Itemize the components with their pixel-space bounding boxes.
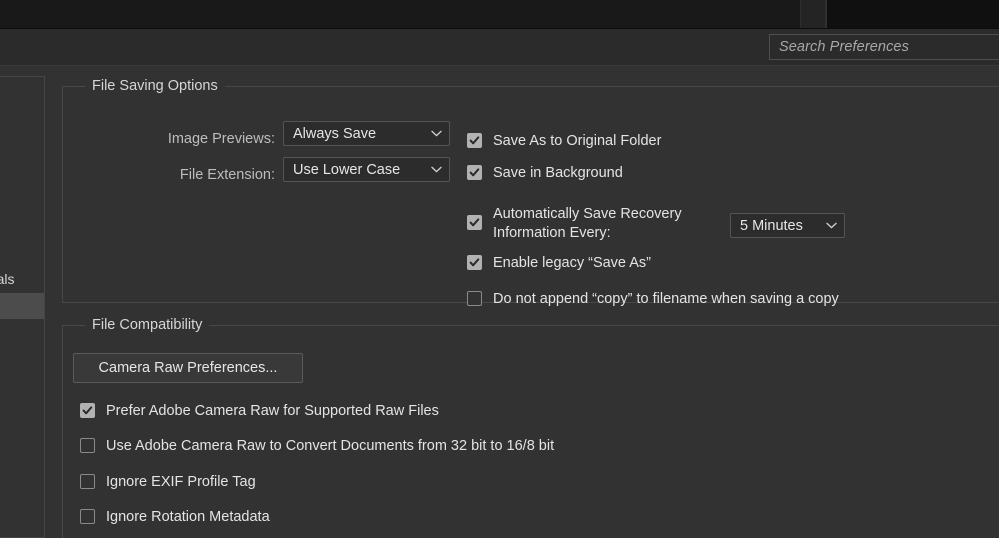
checkbox-label: Save As to Original Folder: [493, 133, 662, 149]
checkbox-enable-legacy-save-as[interactable]: Enable legacy “Save As”: [467, 254, 651, 273]
file-extension-value: Use Lower Case: [293, 161, 401, 178]
search-placeholder-text: Search Preferences: [779, 39, 909, 55]
sidebar-item-selected[interactable]: [0, 293, 44, 319]
checkbox-box[interactable]: [467, 133, 482, 148]
checkbox-save-as-to-original-folder[interactable]: Save As to Original Folder: [467, 132, 661, 151]
checkbox-label: Ignore Rotation Metadata: [106, 509, 270, 525]
chevron-down-icon: [826, 222, 837, 229]
checkbox-use-adobe-camera-raw-convert[interactable]: Use Adobe Camera Raw to Convert Document…: [80, 437, 554, 456]
preferences-category-sidebar[interactable]: entials: [0, 76, 45, 538]
image-previews-value: Always Save: [293, 125, 377, 142]
preferences-content: File Saving Options Image Previews: File…: [45, 66, 999, 538]
checkbox-box[interactable]: [80, 509, 95, 524]
chevron-down-icon: [431, 166, 442, 173]
file-extension-label: File Extension:: [179, 167, 275, 183]
checkbox-label: Do not append “copy” to filename when sa…: [493, 291, 839, 307]
checkbox-label: Save in Background: [493, 165, 623, 181]
checkbox-save-in-background[interactable]: Save in Background: [467, 164, 623, 183]
title-bar-right-panel: [826, 0, 999, 28]
checkbox-automatically-save-recovery-information[interactable]: Automatically Save Recovery Information …: [467, 205, 682, 243]
checkbox-box[interactable]: [80, 403, 95, 418]
search-preferences-input[interactable]: Search Preferences: [769, 34, 999, 60]
file-extension-label-row: File Extension:: [63, 167, 275, 183]
sidebar-item-essentials[interactable]: entials: [0, 271, 14, 287]
checkbox-label: Enable legacy “Save As”: [493, 255, 651, 271]
checkbox-box[interactable]: [467, 255, 482, 270]
image-previews-label-row: Image Previews:: [63, 131, 275, 147]
checkbox-ignore-exif-profile-tag[interactable]: Ignore EXIF Profile Tag: [80, 473, 256, 492]
group-title-file-compatibility: File Compatibility: [85, 317, 210, 333]
chevron-down-icon: [431, 130, 442, 137]
image-previews-select[interactable]: Always Save: [283, 121, 450, 146]
checkbox-label: Use Adobe Camera Raw to Convert Document…: [106, 438, 555, 454]
checkbox-label: Automatically Save Recovery Information …: [493, 206, 682, 241]
checkbox-box[interactable]: [467, 291, 482, 306]
file-extension-select[interactable]: Use Lower Case: [283, 157, 450, 182]
checkbox-box[interactable]: [467, 215, 482, 230]
checkbox-box[interactable]: [80, 438, 95, 453]
group-file-saving-options: File Saving Options Image Previews: File…: [62, 78, 999, 307]
checkbox-ignore-rotation-metadata[interactable]: Ignore Rotation Metadata: [80, 508, 270, 527]
window-tab-notch[interactable]: [800, 0, 826, 28]
recovery-interval-select[interactable]: 5 Minutes: [730, 213, 845, 238]
image-previews-label: Image Previews:: [167, 131, 275, 147]
recovery-interval-value: 5 Minutes: [740, 217, 803, 234]
camera-raw-preferences-button[interactable]: Camera Raw Preferences...: [73, 353, 303, 383]
checkbox-prefer-adobe-camera-raw[interactable]: Prefer Adobe Camera Raw for Supported Ra…: [80, 402, 439, 421]
checkbox-box[interactable]: [80, 474, 95, 489]
checkbox-box[interactable]: [467, 165, 482, 180]
group-title-file-saving-options: File Saving Options: [85, 78, 225, 94]
button-label: Camera Raw Preferences...: [98, 360, 278, 376]
checkbox-label: Prefer Adobe Camera Raw for Supported Ra…: [106, 403, 439, 419]
checkbox-do-not-append-copy[interactable]: Do not append “copy” to filename when sa…: [467, 290, 839, 309]
preferences-window: Search Preferences entials File Saving O…: [0, 0, 999, 538]
checkbox-label: Ignore EXIF Profile Tag: [106, 474, 256, 490]
group-file-compatibility: File Compatibility Camera Raw Preference…: [62, 317, 999, 538]
